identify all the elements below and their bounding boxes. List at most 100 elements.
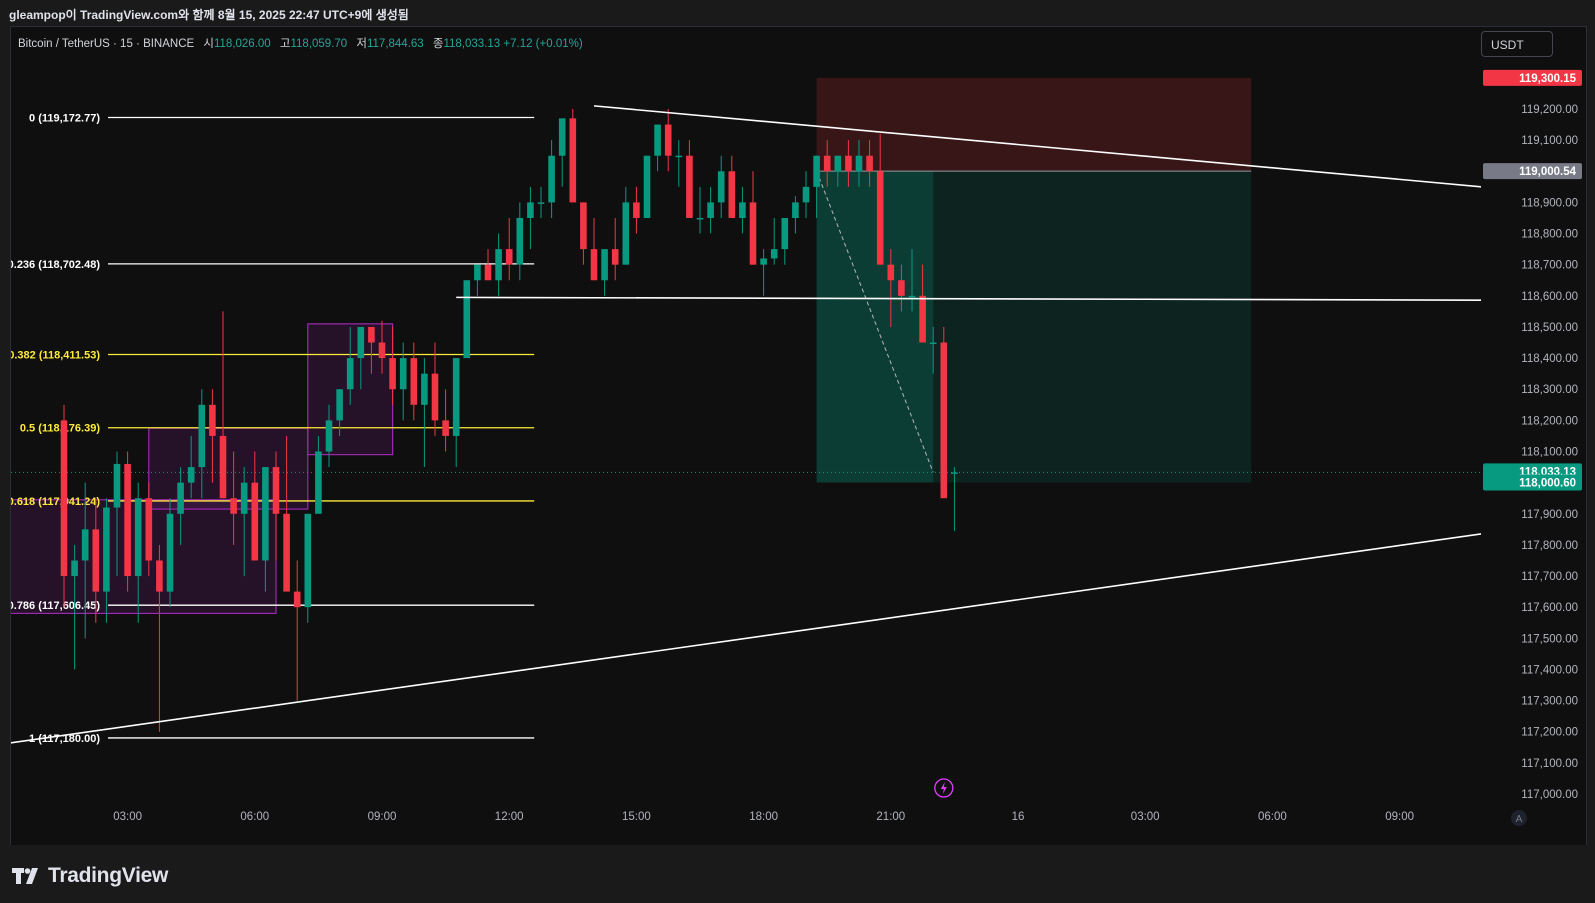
stop-loss-zone[interactable] xyxy=(816,77,1252,172)
candle[interactable] xyxy=(611,217,619,281)
candle-body xyxy=(601,249,608,281)
candle-body xyxy=(781,217,789,250)
candle-body xyxy=(251,482,259,561)
range-box-1[interactable] xyxy=(148,427,309,510)
candle[interactable] xyxy=(484,249,492,281)
auto-scale-button[interactable]: A xyxy=(1511,810,1527,826)
candle[interactable] xyxy=(442,389,449,452)
candle-body xyxy=(103,507,110,592)
price-axis-label: 118,300.00 xyxy=(1521,384,1578,396)
candle[interactable] xyxy=(802,171,810,218)
candle[interactable] xyxy=(781,217,789,265)
candle-body xyxy=(421,373,428,405)
currency-button[interactable]: USDT xyxy=(1481,31,1553,57)
candle[interactable] xyxy=(590,217,598,281)
candle[interactable] xyxy=(474,264,481,296)
candle[interactable] xyxy=(516,202,524,281)
price-axis-label: 117,800.00 xyxy=(1521,540,1578,552)
price-axis-label: 117,500.00 xyxy=(1521,633,1578,645)
candle[interactable] xyxy=(431,342,439,436)
candle[interactable] xyxy=(940,326,948,499)
range-box-0[interactable] xyxy=(11,499,277,615)
price-axis-label: 117,300.00 xyxy=(1521,696,1578,708)
time-axis-label: 03:00 xyxy=(113,811,142,823)
candle[interactable] xyxy=(219,311,227,499)
chart-area[interactable]: 0 (119,172.77) 0.236 (118,702.48) 0.382 (1… xyxy=(10,26,1587,847)
candle[interactable] xyxy=(728,155,736,218)
candle[interactable] xyxy=(452,358,460,468)
price-axis-label: 118,900.00 xyxy=(1521,197,1578,209)
candle-body xyxy=(876,171,884,265)
candle[interactable] xyxy=(707,186,714,234)
candle-body xyxy=(855,155,863,172)
price-tag-label: 119,300.15 xyxy=(1519,73,1577,85)
time-axis-label: 06:00 xyxy=(1258,811,1287,823)
candle-body xyxy=(209,404,216,436)
candle-body xyxy=(124,463,131,577)
high-label: 고 xyxy=(279,38,291,50)
candle[interactable] xyxy=(633,186,640,234)
candle-body xyxy=(749,202,757,265)
time-axis-label: 03:00 xyxy=(1131,811,1160,823)
candle-body xyxy=(399,358,407,390)
open-value: 118,026.00 xyxy=(213,38,271,50)
tradingview-logo[interactable]: TradingView xyxy=(12,864,168,888)
candle-body xyxy=(187,467,195,483)
candle[interactable] xyxy=(156,544,163,732)
candle[interactable] xyxy=(505,217,513,281)
candle[interactable] xyxy=(654,124,661,172)
candle[interactable] xyxy=(717,155,725,218)
candle-body xyxy=(643,155,651,218)
candle[interactable] xyxy=(580,202,587,265)
price-chart[interactable]: 0 (119,172.77) 0.236 (118,702.48) 0.382 (1… xyxy=(11,27,1586,846)
candle[interactable] xyxy=(463,280,471,359)
candle[interactable] xyxy=(696,186,704,234)
top-caption-bar: gleampop이 TradingView.com와 함께 8월 15, 202… xyxy=(0,0,1595,26)
candle[interactable] xyxy=(749,171,757,265)
candle-body xyxy=(410,358,418,405)
candle[interactable] xyxy=(770,217,778,265)
candle[interactable] xyxy=(527,186,534,250)
candle[interactable] xyxy=(495,233,502,296)
candle[interactable] xyxy=(739,186,746,234)
candle[interactable] xyxy=(293,560,301,701)
symbol-legend: Bitcoin / TetherUS · 15 · BINANCE 시118,0… xyxy=(18,35,583,51)
symbol-name[interactable]: Bitcoin / TetherUS · 15 · BINANCE xyxy=(18,38,194,50)
candle-body xyxy=(166,513,174,592)
candle[interactable] xyxy=(760,249,767,296)
candle[interactable] xyxy=(664,109,672,172)
time-axis-label: 06:00 xyxy=(240,811,269,823)
candle[interactable] xyxy=(166,498,174,608)
candle[interactable] xyxy=(304,513,312,623)
candle[interactable] xyxy=(622,186,630,265)
candle-body xyxy=(389,358,396,390)
candle-body xyxy=(495,249,502,281)
auto-scale-label: A xyxy=(1516,814,1523,825)
price-axis-label: 117,900.00 xyxy=(1521,509,1578,521)
candle-body xyxy=(919,295,926,343)
candle[interactable] xyxy=(686,140,693,218)
time-axis-label: 12:00 xyxy=(495,811,524,823)
lightning-icon[interactable] xyxy=(934,778,954,798)
candle-body xyxy=(134,498,142,577)
candle[interactable] xyxy=(548,140,555,218)
price-axis-label: 118,100.00 xyxy=(1521,447,1578,459)
candle[interactable] xyxy=(558,118,566,187)
close-label: 종 xyxy=(432,38,444,50)
price-axis-label: 117,000.00 xyxy=(1521,789,1578,801)
candle-body xyxy=(357,326,365,359)
candle[interactable] xyxy=(421,358,428,468)
candle[interactable] xyxy=(124,451,131,592)
price-axis-label: 118,800.00 xyxy=(1521,229,1578,241)
candle-body xyxy=(558,118,566,156)
candle-body xyxy=(908,295,916,298)
close-value: 118,033.13 xyxy=(443,38,501,50)
candle[interactable] xyxy=(569,109,577,203)
candle[interactable] xyxy=(643,155,651,218)
candle-body xyxy=(537,202,545,204)
candle[interactable] xyxy=(792,196,799,234)
candle[interactable] xyxy=(537,186,545,218)
candle-body xyxy=(240,482,248,514)
candle[interactable] xyxy=(601,249,608,296)
candle[interactable] xyxy=(675,140,683,187)
